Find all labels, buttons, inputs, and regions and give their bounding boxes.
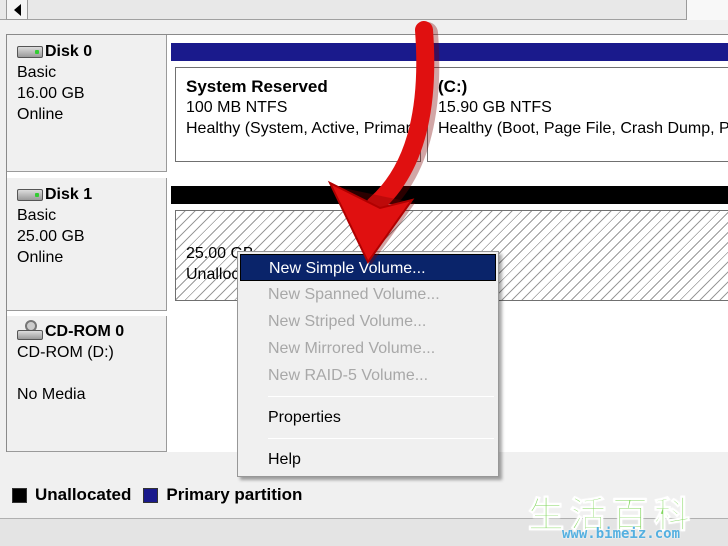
disk-type: Basic <box>17 207 57 224</box>
disk-status: No Media <box>17 386 86 403</box>
menu-item-new-raid5-volume[interactable]: New RAID-5 Volume... <box>240 362 496 389</box>
legend: Unallocated Primary partition <box>6 482 308 508</box>
menu-separator <box>268 438 494 439</box>
volume-system-reserved[interactable]: System Reserved 100 MB NTFS Healthy (Sys… <box>175 67 421 162</box>
context-menu: New Simple Volume... New Spanned Volume.… <box>237 251 499 477</box>
menu-separator <box>268 396 494 397</box>
disk-0-volumes: System Reserved 100 MB NTFS Healthy (Sys… <box>171 43 728 162</box>
watermark: 生活百科 www.bimeiz.com <box>526 486 728 546</box>
menu-item-new-mirrored-volume[interactable]: New Mirrored Volume... <box>240 335 496 362</box>
disk-0-label[interactable]: Disk 0 Basic 16.00 GB Online <box>7 35 167 172</box>
disk-row-0: Disk 0 Basic 16.00 GB Online System Rese… <box>7 35 728 172</box>
disk-1-label[interactable]: Disk 1 Basic 25.00 GB Online <box>7 178 167 311</box>
horizontal-scrollbar[interactable] <box>0 0 728 20</box>
volume-title: System Reserved <box>186 77 328 96</box>
arrow-left-icon <box>13 3 21 16</box>
cd-rom-icon <box>17 320 43 342</box>
menu-item-new-spanned-volume[interactable]: New Spanned Volume... <box>240 281 496 308</box>
disk-name: Disk 1 <box>45 186 93 203</box>
hard-disk-icon <box>17 45 43 58</box>
legend-swatch <box>143 487 159 503</box>
legend-unallocated: Unallocated <box>6 485 131 505</box>
unallocated-bar <box>171 186 728 204</box>
legend-swatch <box>12 487 27 503</box>
volume-c[interactable]: (C:) 15.90 GB NTFS Healthy (Boot, Page F… <box>427 67 728 162</box>
disk-status: Online <box>17 106 64 123</box>
legend-label: Primary partition <box>166 485 303 504</box>
scroll-thumb[interactable] <box>686 0 728 20</box>
disk-size: 25.00 GB <box>17 228 85 245</box>
menu-item-new-striped-volume[interactable]: New Striped Volume... <box>240 308 496 335</box>
volume-health: Healthy (System, Active, Primary Partiti… <box>186 120 420 137</box>
hard-disk-icon <box>17 188 43 201</box>
menu-item-properties[interactable]: Properties <box>240 404 496 431</box>
disk-name: Disk 0 <box>45 43 93 60</box>
volume-title: (C:) <box>438 77 468 96</box>
primary-partition-bar <box>171 43 728 61</box>
disk-name: CD-ROM 0 <box>45 322 125 340</box>
menu-item-new-simple-volume[interactable]: New Simple Volume... <box>240 254 496 281</box>
volume-size-fs: 100 MB NTFS <box>186 99 288 116</box>
disk-size: 16.00 GB <box>17 85 85 102</box>
volume-health: Healthy (Boot, Page File, Crash Dump, Pr… <box>438 120 728 137</box>
menu-item-help[interactable]: Help <box>240 446 496 473</box>
disk-type: Basic <box>17 64 57 81</box>
cdrom-0-label[interactable]: CD-ROM 0 CD-ROM (D:) No Media <box>7 316 167 452</box>
watermark-url: www.bimeiz.com <box>562 526 681 542</box>
scroll-left-button[interactable] <box>6 0 28 20</box>
disk-type: CD-ROM (D:) <box>17 344 114 361</box>
disk-status: Online <box>17 249 64 266</box>
legend-primary-partition: Primary partition <box>137 485 302 505</box>
volume-size-fs: 15.90 GB NTFS <box>438 99 552 116</box>
legend-label: Unallocated <box>35 485 132 504</box>
